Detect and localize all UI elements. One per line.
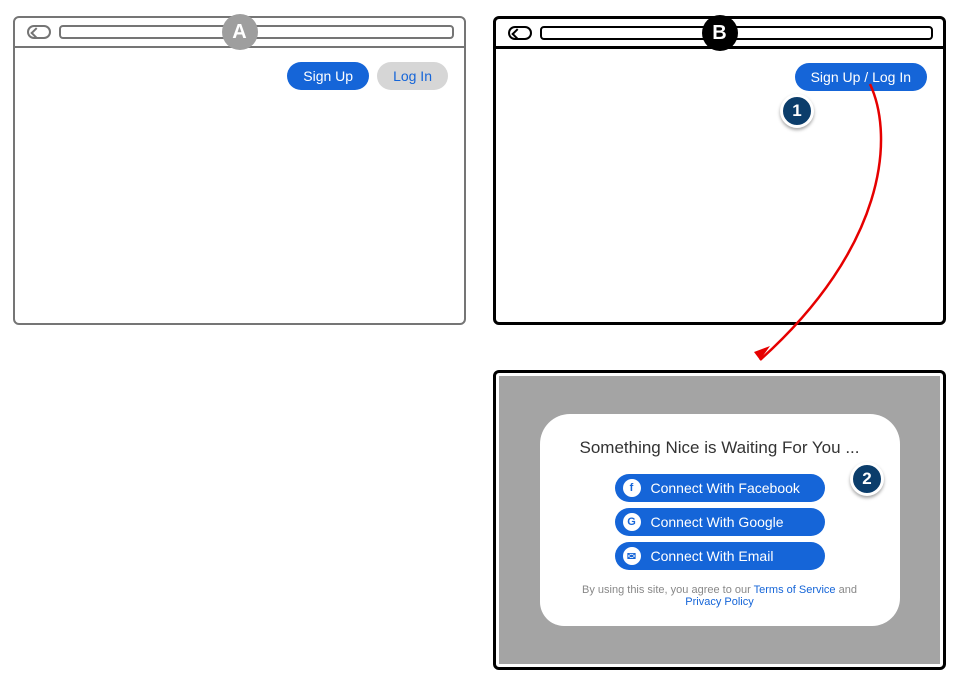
connect-label: Connect With Google [651,514,784,530]
legal-text: By using this site, you agree to our Ter… [566,584,874,608]
back-icon[interactable] [508,26,532,40]
wireframe-b: B Sign Up / Log In [493,16,946,325]
tos-link[interactable]: Terms of Service [754,584,836,596]
login-button-a[interactable]: Log In [377,62,448,90]
connect-email-button[interactable]: ✉ Connect With Email [615,542,825,570]
email-icon: ✉ [623,547,641,565]
wireframe-a: A Sign Up Log In [13,16,466,325]
back-icon[interactable] [27,25,51,39]
facebook-icon: f [623,479,641,497]
wireframe-b-modal: Something Nice is Waiting For You ... f … [493,370,946,670]
frame-label-b: B [702,15,738,51]
modal-backdrop: Something Nice is Waiting For You ... f … [499,376,940,664]
signup-login-button[interactable]: Sign Up / Log In [795,63,927,91]
frame-label-a: A [222,14,258,50]
step-annotation-2: 2 [850,462,884,496]
modal-title: Something Nice is Waiting For You ... [566,438,874,458]
step-annotation-1: 1 [780,94,814,128]
signup-button-a[interactable]: Sign Up [287,62,369,90]
connect-facebook-button[interactable]: f Connect With Facebook [615,474,825,502]
connect-google-button[interactable]: G Connect With Google [615,508,825,536]
connect-label: Connect With Email [651,548,774,564]
auth-modal: Something Nice is Waiting For You ... f … [540,414,900,626]
google-icon: G [623,513,641,531]
connect-label: Connect With Facebook [651,480,800,496]
privacy-link[interactable]: Privacy Policy [685,596,753,608]
